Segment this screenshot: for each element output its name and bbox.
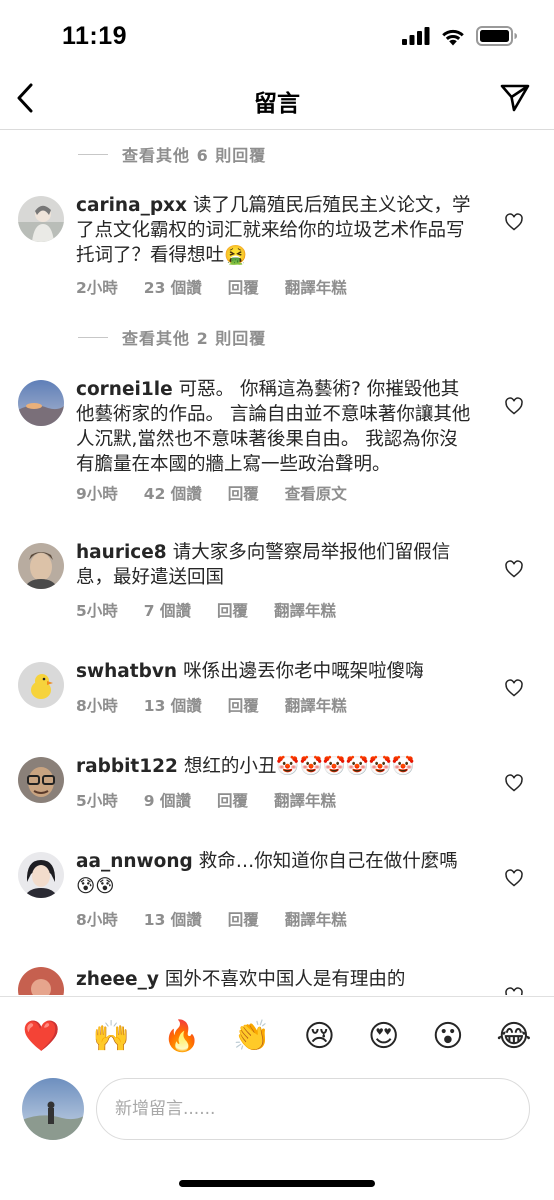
- avatar[interactable]: [18, 757, 64, 803]
- comment-composer: [0, 1076, 554, 1156]
- reply-button[interactable]: 回覆: [217, 789, 248, 811]
- heart-eyes-emoji-button[interactable]: 😍: [368, 1021, 399, 1052]
- avatar[interactable]: [18, 543, 64, 589]
- comment-likes[interactable]: 23 個讚: [144, 276, 202, 298]
- comment-time: 5小時: [76, 602, 118, 620]
- view-more-label: 查看其他 6 則回覆: [122, 146, 267, 165]
- reply-button[interactable]: 回覆: [228, 482, 259, 504]
- comment-body: 咪係出邊丟你老中嘅架啦傻嗨: [183, 661, 424, 682]
- heart-icon[interactable]: [504, 396, 524, 416]
- translate-button[interactable]: 翻譯年糕: [285, 694, 347, 716]
- comment-meta: 2小時 23 個讚 回覆 翻譯年糕: [76, 276, 373, 298]
- comment-text: swhatbvn 咪係出邊丟你老中嘅架啦傻嗨: [76, 659, 472, 684]
- view-more-replies-2[interactable]: 查看其他 2 則回覆: [78, 322, 266, 352]
- raising-hands-emoji-button[interactable]: 🙌: [93, 1021, 130, 1052]
- heart-icon[interactable]: [504, 773, 524, 793]
- crying-emoji-button[interactable]: 😢: [304, 1021, 335, 1052]
- comment-meta: 5小時 9 個讚 回覆 翻譯年糕: [76, 789, 362, 811]
- paper-plane-icon: [500, 84, 530, 112]
- tears-of-joy-emoji-button[interactable]: 😂: [496, 1021, 531, 1052]
- comment-meta: 5小時 7 個讚 回覆 翻譯年糕: [76, 599, 362, 621]
- red-heart-emoji-button[interactable]: ❤️: [22, 1021, 59, 1052]
- comment-time: 2小時: [76, 279, 118, 297]
- wifi-icon: [442, 29, 464, 45]
- comment-body: 国外不喜欢中国人是有理由的: [164, 969, 406, 990]
- reply-button[interactable]: 回覆: [228, 908, 259, 930]
- heart-icon[interactable]: [504, 868, 524, 888]
- comment-time: 5小時: [76, 792, 118, 810]
- comment-meta: 9小時 42 個讚 回覆 查看原文: [76, 482, 373, 504]
- comment-likes[interactable]: 9 個讚: [144, 789, 191, 811]
- comment-meta: 8小時 13 個讚 回覆 翻譯年糕: [76, 908, 373, 930]
- comment-time: 8小時: [76, 911, 118, 929]
- comment-text: cornei1le 可惡。 你稱這為藝術? 你摧毀他其他藝術家的作品。 言論自由並…: [76, 377, 472, 477]
- comment-time: 9小時: [76, 485, 118, 503]
- comment-likes[interactable]: 7 個讚: [144, 599, 191, 621]
- clapping-emoji-button[interactable]: 👏: [233, 1021, 270, 1052]
- view-more-replies-1[interactable]: 查看其他 6 則回覆: [78, 139, 266, 169]
- view-more-label: 查看其他 2 則回覆: [122, 329, 267, 348]
- heart-icon[interactable]: [504, 986, 524, 995]
- comment-text: aa_nnwong 救命…你知道你自己在做什麼嗎😰😰: [76, 849, 472, 899]
- translate-button[interactable]: 翻譯年糕: [285, 276, 347, 298]
- see-original-button[interactable]: 查看原文: [285, 482, 347, 504]
- comment-text: carina_pxx 读了几篇殖民后殖民主义论文，学了点文化霸权的词汇就来给你的垃…: [76, 193, 472, 268]
- current-user-avatar: [22, 1078, 84, 1140]
- reply-button[interactable]: 回覆: [228, 276, 259, 298]
- divider-line: [78, 336, 108, 338]
- cellular-signal-icon: [402, 27, 430, 45]
- reply-button[interactable]: 回覆: [217, 599, 248, 621]
- comment-username[interactable]: zheee_y: [76, 969, 159, 990]
- comment-likes[interactable]: 13 個讚: [144, 694, 202, 716]
- comment-likes[interactable]: 42 個讚: [144, 482, 202, 504]
- heart-icon[interactable]: [504, 559, 524, 579]
- nav-bar: 留言: [0, 72, 554, 130]
- status-bar: 11:19: [0, 0, 554, 72]
- comment-meta: 8小時 13 個讚 回覆 翻譯年糕: [76, 694, 373, 716]
- home-indicator: [179, 1180, 375, 1187]
- comment-list[interactable]: 查看其他 6 則回覆 carina_pxx 读了几篇殖民后殖民主义论文，学了点文化…: [0, 131, 554, 995]
- fire-emoji-button[interactable]: 🔥: [163, 1021, 200, 1052]
- heart-icon[interactable]: [504, 212, 524, 232]
- comment-input[interactable]: [96, 1078, 530, 1140]
- comment-username[interactable]: aa_nnwong: [76, 851, 193, 872]
- comment-username[interactable]: rabbit122: [76, 756, 178, 777]
- avatar[interactable]: [18, 967, 64, 995]
- translate-button[interactable]: 翻譯年糕: [274, 789, 336, 811]
- comment-body: 想红的小丑🤡🤡🤡🤡🤡🤡: [183, 756, 415, 777]
- translate-button[interactable]: 翻譯年糕: [285, 908, 347, 930]
- comment-username[interactable]: haurice8: [76, 542, 167, 563]
- avatar[interactable]: [18, 380, 64, 426]
- comment-username[interactable]: cornei1le: [76, 379, 173, 400]
- avatar[interactable]: [18, 852, 64, 898]
- comment-text: zheee_y 国外不喜欢中国人是有理由的: [76, 967, 472, 992]
- surprised-emoji-button[interactable]: 😮: [432, 1021, 463, 1052]
- emoji-reaction-bar: ❤️ 🙌 🔥 👏 😢 😍 😮 😂: [0, 996, 554, 1076]
- reply-button[interactable]: 回覆: [228, 694, 259, 716]
- heart-icon[interactable]: [504, 678, 524, 698]
- comment-text: haurice8 请大家多向警察局举报他们留假信息，最好遣送回国: [76, 540, 472, 590]
- comment-likes[interactable]: 13 個讚: [144, 908, 202, 930]
- status-time: 11:19: [62, 22, 128, 50]
- avatar[interactable]: [18, 196, 64, 242]
- page-title: 留言: [254, 91, 300, 117]
- avatar[interactable]: [18, 662, 64, 708]
- status-icons: [402, 26, 518, 46]
- divider-line: [78, 153, 108, 155]
- comment-username[interactable]: carina_pxx: [76, 195, 187, 216]
- translate-button[interactable]: 翻譯年糕: [274, 599, 336, 621]
- battery-icon: [476, 26, 517, 46]
- comment-username[interactable]: swhatbvn: [76, 661, 177, 682]
- comment-time: 8小時: [76, 697, 118, 715]
- comment-text: rabbit122 想红的小丑🤡🤡🤡🤡🤡🤡: [76, 754, 472, 779]
- share-button[interactable]: [498, 80, 532, 116]
